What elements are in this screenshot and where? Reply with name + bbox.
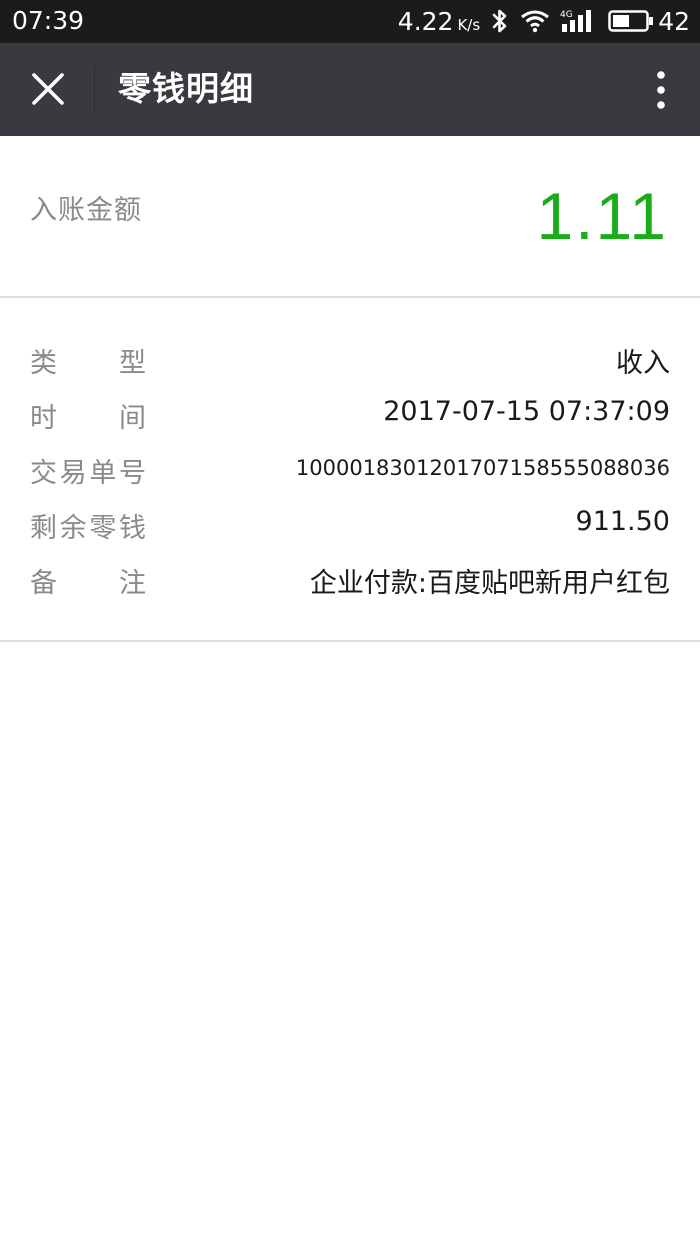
detail-label-char: 交 — [30, 458, 57, 489]
page-title: 零钱明细 — [118, 69, 254, 108]
detail-label-balance: 剩 余 零 钱 — [30, 506, 146, 545]
detail-row-transaction-id: 交 易 单 号 100001830120170715855508803​6 — [0, 443, 700, 497]
detail-label-char: 备 — [30, 568, 57, 599]
title-bar: 零钱明细 — [0, 43, 700, 136]
detail-label-char: 号 — [118, 458, 146, 489]
wifi-icon — [520, 9, 550, 33]
close-button[interactable] — [22, 63, 74, 115]
detail-label-char: 型 — [119, 348, 146, 379]
detail-row-time: 时 间 2017-07-15 07:37:09 — [0, 388, 700, 442]
detail-label-type: 类 型 — [30, 341, 146, 380]
detail-label-char: 剩 — [30, 513, 57, 544]
more-button[interactable] — [648, 67, 674, 113]
network-type-label: 4G — [560, 10, 573, 20]
detail-row-type: 类 型 收入 — [0, 333, 700, 387]
detail-row-remark: 备 注 企业付款:百度贴吧新用户红包 — [0, 553, 700, 607]
network-speed-unit: K/s — [457, 15, 481, 34]
detail-label-remark: 备 注 — [30, 561, 146, 600]
detail-label-char: 易 — [59, 458, 87, 489]
title-divider — [94, 65, 95, 113]
detail-label-char: 钱 — [118, 513, 146, 544]
detail-label-char: 间 — [119, 403, 146, 434]
network-speed: 4.22 K/s — [398, 7, 480, 36]
status-indicators: 4.22 K/s 4G 42 — [398, 5, 690, 37]
network-speed-value: 4.22 — [397, 6, 454, 36]
detail-value-balance: 911.50 — [575, 506, 670, 537]
close-icon — [32, 73, 64, 105]
detail-value-transaction-id: 100001830120170715855508803​6 — [295, 456, 670, 480]
detail-label-char: 类 — [30, 348, 57, 379]
detail-row-balance: 剩 余 零 钱 911.50 — [0, 498, 700, 552]
detail-label-char: 单 — [89, 458, 117, 489]
detail-label-transaction-id: 交 易 单 号 — [30, 451, 146, 490]
more-vertical-icon — [657, 71, 665, 109]
transaction-details: 类 型 收入 时 间 2017-07-15 07:37:09 交 易 单 号 1… — [0, 298, 700, 642]
detail-value-remark: 企业付款:百度贴吧新用户红包 — [309, 568, 670, 599]
detail-label-time: 时 间 — [30, 396, 146, 435]
battery-level: 42 — [658, 6, 690, 36]
detail-value-type: 收入 — [616, 348, 670, 379]
status-time: 07:39 — [12, 6, 85, 35]
amount-label: 入账金额 — [30, 195, 142, 226]
battery-icon — [608, 9, 654, 33]
detail-label-char: 零 — [89, 513, 117, 544]
bluetooth-icon — [490, 8, 510, 34]
detail-value-time: 2017-07-15 07:37:09 — [383, 396, 670, 427]
detail-label-char: 余 — [59, 513, 87, 544]
status-bar: 07:39 4.22 K/s 4G 42 — [0, 0, 700, 43]
signal-4g-icon: 4G — [560, 8, 598, 34]
detail-label-char: 注 — [119, 568, 146, 599]
amount-section: 入账金额 1.11 — [0, 136, 700, 298]
amount-value: 1.11 — [536, 179, 668, 253]
detail-label-char: 时 — [30, 403, 57, 434]
battery-indicator: 42 — [608, 7, 690, 36]
